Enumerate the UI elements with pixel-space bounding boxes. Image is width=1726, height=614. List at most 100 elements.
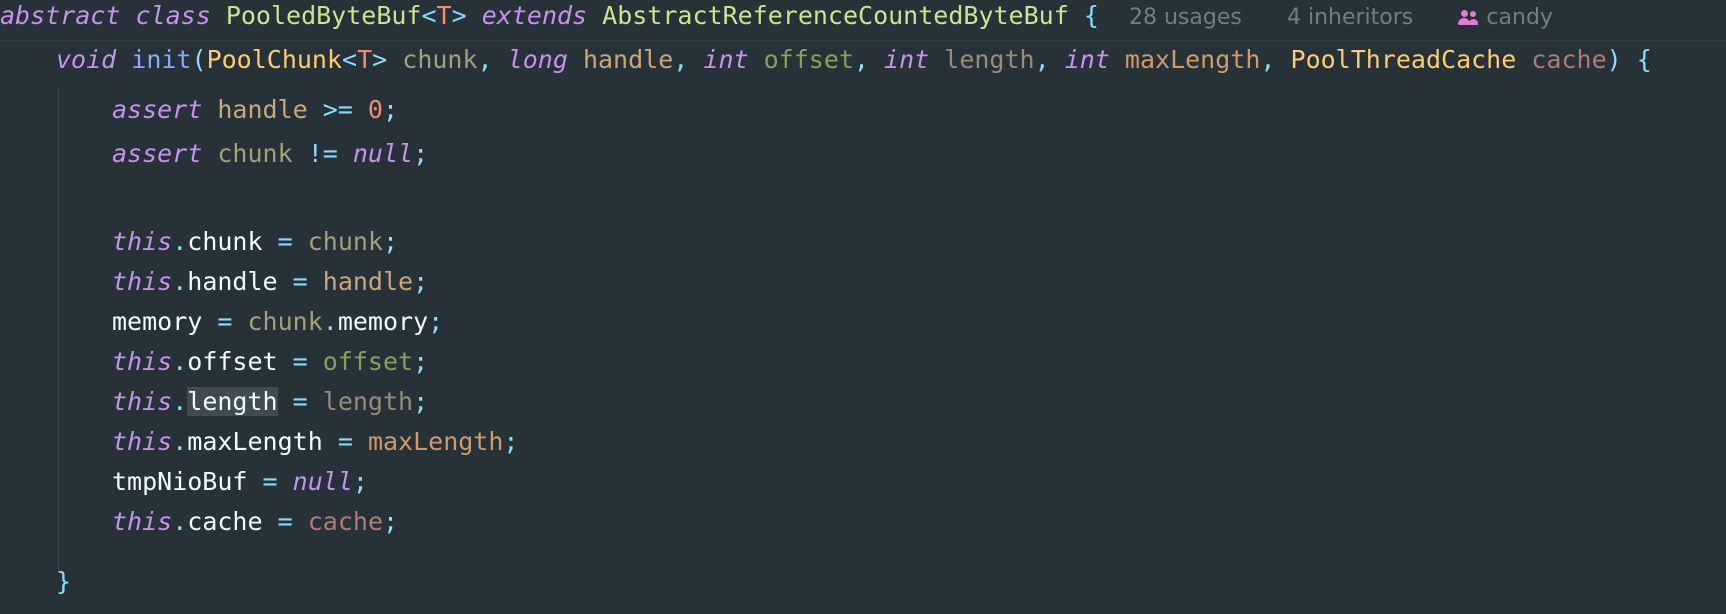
semicolon: ; [428,307,444,336]
code-line-this-handle: this.handle = handle; [112,260,428,304]
author-name: candy [1486,5,1553,30]
param-handle: handle [582,45,674,74]
keyword-assert: assert [112,95,203,124]
dot: . [322,307,338,336]
code-line-this-maxlength: this.maxLength = maxLength; [112,420,518,464]
field-offset[interactable]: offset [187,347,277,376]
dot: . [172,347,188,376]
semicolon: ; [413,347,429,376]
dot: . [172,227,188,256]
lt: < [342,45,358,74]
assign: = [292,387,308,416]
value-cache: cache [307,507,383,536]
paren-close: ) [1606,45,1622,74]
var-chunk: chunk [217,139,293,168]
generic-open: < [421,1,437,30]
param-chunk: chunk [402,45,478,74]
field-maxlength[interactable]: maxLength [187,427,322,456]
assign: = [217,307,233,336]
comma: , [1260,45,1276,74]
comma: , [1034,45,1050,74]
keyword-int: int [884,45,930,74]
generic-close: > [451,1,467,30]
class-name[interactable]: PooledByteBuf [226,1,422,30]
field-chunk[interactable]: chunk [187,227,262,256]
assign: = [292,267,308,296]
code-line-this-length: this.length = length; [112,380,428,424]
field-memory[interactable]: memory [112,307,202,336]
assign: = [277,227,293,256]
assign: = [262,467,278,496]
code-line-assert-chunk: assert chunk != null; [112,132,428,176]
usages-hint[interactable]: 28 usages [1129,5,1242,30]
value-chunk: chunk [307,227,383,256]
code-line-assert-handle: assert handle >= 0; [112,88,398,132]
indent-guide [58,88,59,572]
comma: , [477,45,493,74]
value-handle: handle [322,267,414,296]
member-memory[interactable]: memory [338,307,428,336]
operator: >= [322,95,353,124]
semicolon: ; [413,267,429,296]
keyword-int: int [703,45,749,74]
author-hint[interactable]: candy [1458,5,1553,30]
keyword-int: int [1064,45,1110,74]
field-handle[interactable]: handle [187,267,277,296]
keyword-abstract: abstract [0,1,121,30]
semicolon: ; [413,387,429,416]
gt: > [372,45,388,74]
dot: . [172,267,188,296]
keyword-void: void [56,45,117,74]
keyword-long: long [507,45,568,74]
keyword-null: null [292,467,353,496]
semicolon: ; [503,427,519,456]
type-poolchunk[interactable]: PoolChunk [207,45,342,74]
dot: . [172,507,188,536]
generic-type-param: T [436,1,452,30]
code-line-tmpniobuf: tmpNioBuf = null; [112,460,368,504]
code-editor[interactable]: abstract class PooledByteBuf<T> extends … [0,0,1726,614]
comma: , [853,45,869,74]
semicolon: ; [382,95,399,124]
object-chunk: chunk [247,307,323,336]
assign: = [277,507,293,536]
value-offset: offset [322,347,414,376]
keyword-this: this [112,347,173,376]
method-name[interactable]: init [131,45,191,74]
type-param-t: T [357,45,373,74]
field-length-highlighted[interactable]: length [187,387,278,416]
assign: = [337,427,353,456]
param-cache: cache [1531,45,1607,74]
keyword-this: this [112,507,173,536]
value-maxlength: maxLength [367,427,504,456]
paren-open: ( [191,45,207,74]
inheritors-hint[interactable]: 4 inheritors [1287,5,1413,30]
method-closing-brace-line: } [56,560,71,604]
field-tmpniobuf[interactable]: tmpNioBuf [112,467,247,496]
keyword-this: this [112,267,173,296]
keyword-assert: assert [112,139,203,168]
class-declaration-line: abstract class PooledByteBuf<T> extends … [0,0,1553,38]
keyword-extends: extends [481,1,588,30]
field-cache[interactable]: cache [187,507,262,536]
semicolon: ; [352,467,368,496]
value-length: length [322,387,414,416]
dot: . [172,387,188,416]
param-maxlength: maxLength [1124,45,1261,74]
method-signature-line: void init(PoolChunk<T> chunk, long handl… [56,38,1652,82]
assign: = [292,347,308,376]
brace-open: { [1083,1,1099,30]
keyword-null: null [352,139,414,168]
type-poolthreadcache[interactable]: PoolThreadCache [1291,45,1517,74]
superclass-name[interactable]: AbstractReferenceCountedByteBuf [602,1,1069,30]
var-handle: handle [217,95,308,124]
brace-close: } [56,567,72,596]
comma: , [673,45,689,74]
code-line-this-offset: this.offset = offset; [112,340,428,384]
dot: . [172,427,188,456]
semicolon: ; [383,227,399,256]
param-offset: offset [763,45,854,74]
users-icon [1458,9,1480,27]
number-literal: 0 [367,95,383,124]
keyword-this: this [112,427,173,456]
